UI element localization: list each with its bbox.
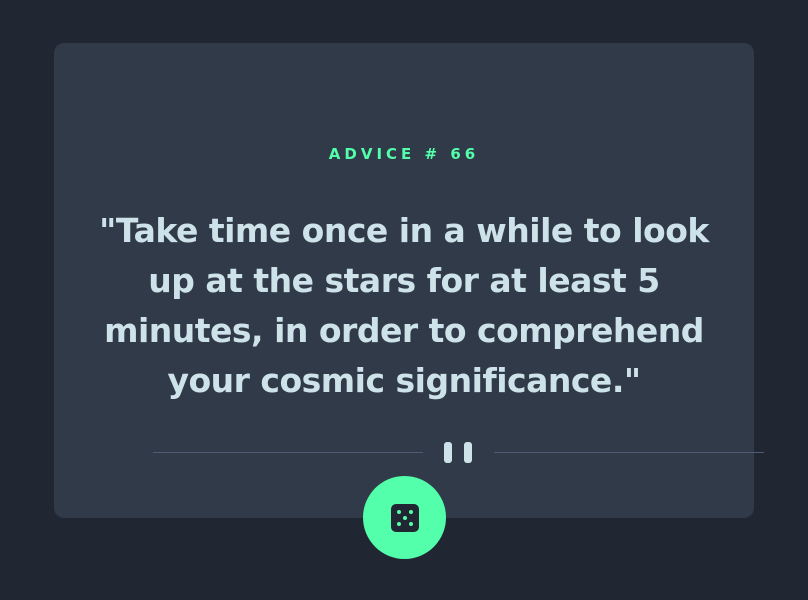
divider-line-right <box>494 452 764 453</box>
dice-icon <box>390 503 419 532</box>
divider <box>153 440 764 466</box>
advice-card: ADVICE # 66 "Take time once in a while t… <box>54 43 764 518</box>
divider-line-left <box>153 452 423 453</box>
pause-icon <box>444 442 474 464</box>
advice-quote: "Take time once in a while to look up at… <box>99 211 709 400</box>
generate-advice-button[interactable] <box>363 476 446 559</box>
advice-number: ADVICE # 66 <box>328 145 480 163</box>
